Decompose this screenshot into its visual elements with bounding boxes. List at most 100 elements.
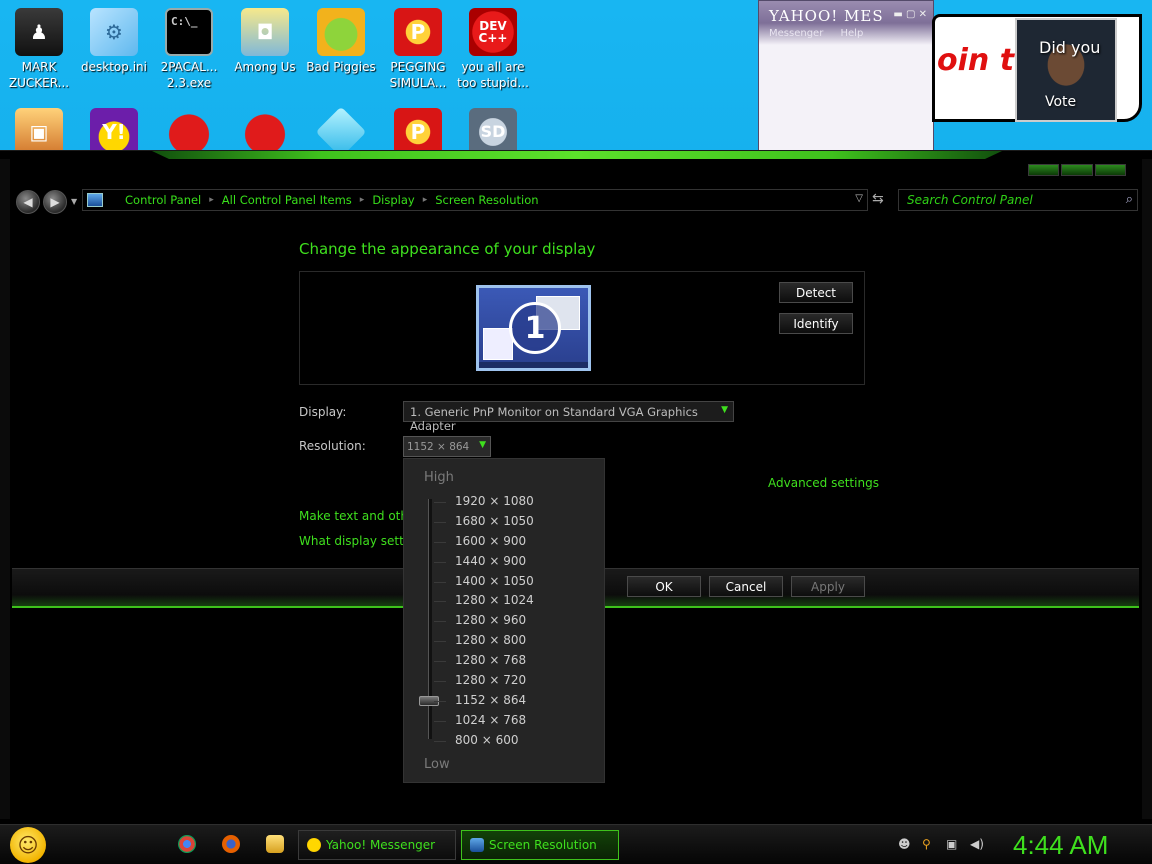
slider-tick: [434, 641, 446, 643]
start-button[interactable]: ☺: [10, 827, 46, 863]
menu-messenger[interactable]: Messenger: [769, 28, 823, 39]
desktop-icon-pegging[interactable]: P PEGGING SIMULA...: [381, 8, 455, 91]
person-icon: ♟: [15, 8, 63, 56]
chevron-down-icon[interactable]: ▽: [855, 193, 863, 204]
refresh-icon[interactable]: ⇆: [872, 191, 884, 207]
maximize-button[interactable]: [1061, 164, 1093, 176]
window-caption-buttons: [1027, 164, 1127, 176]
yahoo-window-title: YAHOO! MES: [769, 7, 884, 25]
close-button[interactable]: [1094, 164, 1126, 176]
resolution-option[interactable]: 1152 × 864: [455, 691, 534, 711]
taskbar-screen-resolution[interactable]: Screen Resolution: [461, 830, 619, 860]
desktop-icon-bad-piggies[interactable]: Bad Piggies: [304, 8, 378, 75]
smiley-icon: ☺: [17, 833, 39, 857]
control-panel-icon: [87, 193, 103, 207]
low-label: Low: [424, 757, 450, 772]
back-button[interactable]: ◀: [16, 190, 40, 214]
window-frame-left: [0, 159, 10, 819]
slider-tick: [434, 661, 446, 663]
devcpp-icon: DEV C++: [469, 8, 517, 56]
console-icon: C:\_: [165, 8, 213, 56]
search-input[interactable]: Search Control Panel ⌕: [898, 189, 1138, 211]
breadcrumb-display[interactable]: Display: [360, 193, 414, 207]
resolution-label: Resolution:: [299, 439, 366, 453]
advanced-settings-link[interactable]: Advanced settings: [768, 476, 879, 490]
forward-button[interactable]: ▶: [43, 190, 67, 214]
desktop-icon-label: Bad Piggies: [306, 60, 376, 74]
desktop-icon-label: MARK ZUCKER...: [8, 60, 70, 90]
slider-tick: [434, 740, 446, 742]
yahoo-messenger-window[interactable]: YAHOO! MES ▬ ▢ ✕ Messenger Help: [758, 0, 934, 160]
resolution-select-value: 1152 × 864: [407, 441, 470, 453]
chrome-icon[interactable]: [178, 835, 196, 853]
resolution-option[interactable]: 1440 × 900: [455, 552, 534, 572]
detect-button[interactable]: Detect: [779, 282, 853, 303]
taskbar-yahoo-messenger[interactable]: Yahoo! Messenger: [298, 830, 456, 860]
desktop-icon-mark-zucker[interactable]: ♟ MARK ZUCKER...: [2, 8, 76, 91]
search-icon[interactable]: ⌕: [1126, 192, 1133, 207]
desktop-icon-desktop-ini[interactable]: ⚙ desktop.ini: [77, 8, 151, 75]
search-placeholder: Search Control Panel: [907, 193, 1033, 207]
pegging-icon: P: [394, 8, 442, 56]
resolution-popup[interactable]: High 1920 × 1080 1680 × 1050 1600 × 900 144…: [403, 458, 605, 783]
cancel-button[interactable]: Cancel: [709, 576, 783, 597]
photo-caption-bottom: Vote: [1045, 94, 1077, 110]
tray-smiley-icon[interactable]: ☻: [898, 837, 911, 851]
ini-file-icon: ⚙: [90, 8, 138, 56]
menu-help[interactable]: Help: [841, 28, 864, 39]
resolution-option[interactable]: 1280 × 960: [455, 611, 534, 631]
monitor-icon[interactable]: 1: [476, 285, 591, 371]
breadcrumb-screen-resolution[interactable]: Screen Resolution: [423, 193, 538, 207]
resolution-option[interactable]: 1400 × 1050: [455, 572, 534, 592]
monitor-taskbar-shape: [479, 362, 588, 368]
desktop-icon-label: PEGGING SIMULA...: [389, 60, 447, 90]
volume-icon[interactable]: ◀): [970, 837, 984, 851]
slider-tick: [434, 601, 446, 603]
recent-pages-dropdown[interactable]: ▼: [71, 197, 77, 206]
desktop-icon-among-us[interactable]: ◘ Among Us: [228, 8, 302, 75]
display-select[interactable]: 1. Generic PnP Monitor on Standard VGA G…: [403, 401, 734, 433]
identify-button[interactable]: Identify: [779, 313, 853, 334]
desktop-icon-label: 2PACAL... 2.3.exe: [160, 60, 218, 90]
desktop-icon-label: Among Us: [234, 60, 296, 74]
angry-birds-icon-2: [241, 108, 289, 156]
resolution-option[interactable]: 1920 × 1080: [455, 492, 534, 512]
display-label: Display:: [299, 405, 347, 419]
resolution-option[interactable]: 1280 × 720: [455, 671, 534, 691]
resolution-option[interactable]: 1024 × 768: [455, 711, 534, 731]
resolution-option[interactable]: 1280 × 1024: [455, 591, 534, 611]
screen-resolution-window: ◀ ▶ ▼ Control Panel All Control Panel It…: [0, 150, 1152, 824]
breadcrumb-control-panel[interactable]: Control Panel: [111, 193, 201, 207]
resolution-option[interactable]: 800 × 600: [455, 731, 534, 751]
firefox-icon[interactable]: [222, 835, 240, 853]
window-controls[interactable]: ▬ ▢ ✕: [893, 9, 927, 20]
page-title: Change the appearance of your display: [299, 240, 596, 258]
resolution-option[interactable]: 1600 × 900: [455, 532, 534, 552]
desktop-icon-devcpp[interactable]: DEV C++ you all are too stupid...: [456, 8, 530, 91]
network-icon[interactable]: ▣: [946, 837, 957, 851]
ok-button[interactable]: OK: [627, 576, 701, 597]
sd-icon: SD: [469, 108, 517, 156]
resolution-option[interactable]: 1280 × 800: [455, 631, 534, 651]
apply-button[interactable]: Apply: [791, 576, 865, 597]
yahoo-icon: Y!: [90, 108, 138, 156]
yahoo-menu: Messenger Help: [769, 28, 877, 39]
tray-search-icon[interactable]: ⚲: [922, 837, 931, 851]
folder-icon[interactable]: [266, 835, 284, 853]
photo-caption-top: Did you: [1039, 38, 1101, 57]
resolution-option[interactable]: 1280 × 768: [455, 651, 534, 671]
yahoo-messenger-icon: [307, 838, 321, 852]
address-bar[interactable]: Control Panel All Control Panel Items Di…: [82, 189, 868, 211]
desktop-icon-label: desktop.ini: [81, 60, 147, 74]
resolution-select[interactable]: 1152 × 864 ▼: [403, 436, 491, 457]
breadcrumb-all-items[interactable]: All Control Panel Items: [209, 193, 352, 207]
back-arrow-icon: ◀: [23, 195, 33, 209]
resolution-option[interactable]: 1680 × 1050: [455, 512, 534, 532]
angry-birds-icon: [165, 108, 213, 156]
slider-tick: [434, 700, 446, 702]
desktop-icon-2pacal[interactable]: C:\_ 2PACAL... 2.3.exe: [152, 8, 226, 91]
taskbar-clock[interactable]: 4:44 AM: [1013, 830, 1108, 861]
slider-tick: [434, 561, 446, 563]
high-label: High: [424, 470, 454, 485]
minimize-button[interactable]: [1028, 164, 1060, 176]
